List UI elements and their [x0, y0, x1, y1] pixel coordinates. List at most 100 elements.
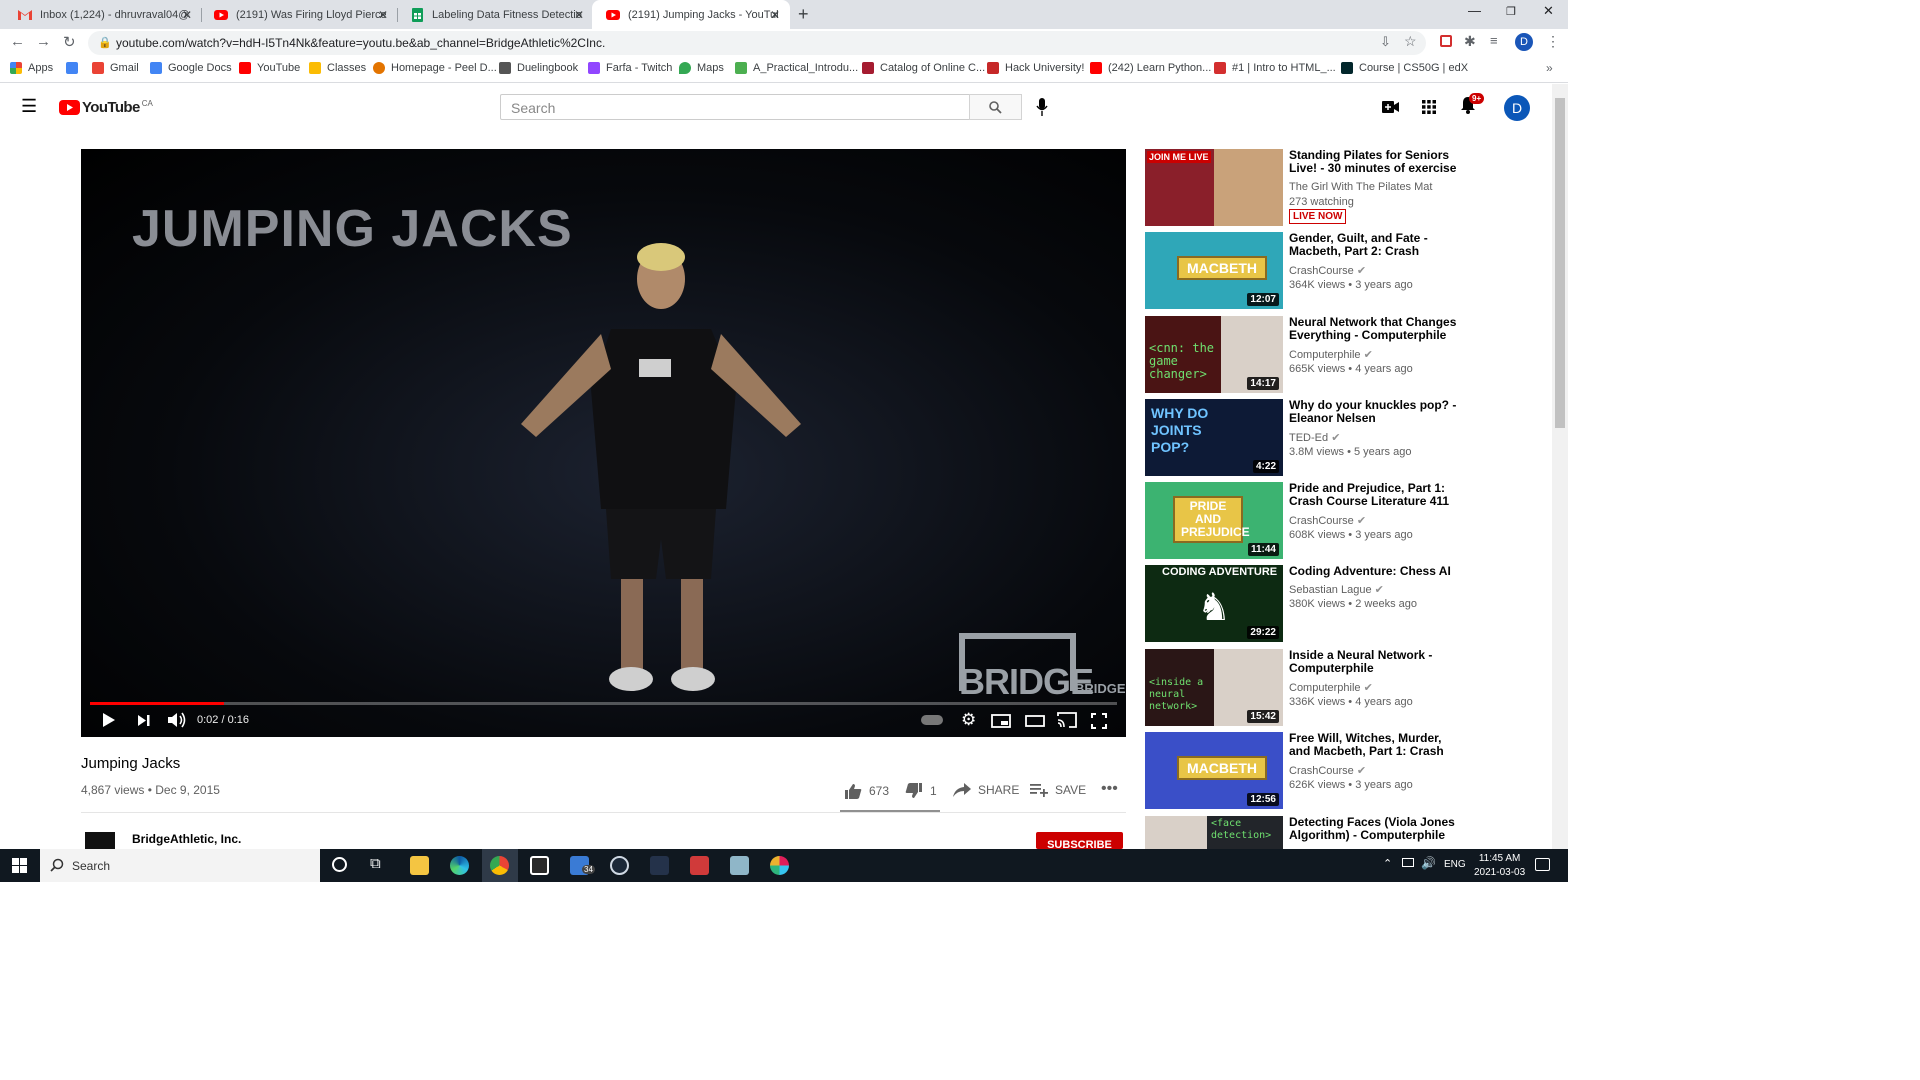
video-thumbnail[interactable]: PRIDE AND PREJUDICE 11:44: [1145, 482, 1283, 559]
show-hidden-icons-chevron-icon[interactable]: ⌃: [1383, 857, 1392, 870]
settings-gear-icon[interactable]: ⚙: [961, 710, 976, 730]
subscribe-button[interactable]: SUBSCRIBE: [1036, 832, 1123, 849]
bookmark-gmail[interactable]: Gmail: [92, 62, 139, 74]
microphone-icon[interactable]: [1036, 98, 1048, 116]
channel-avatar[interactable]: [85, 832, 115, 849]
progress-bar[interactable]: [90, 702, 1117, 705]
recommended-video[interactable]: WHY DO JOINTS POP? 4:22 Why do your knuc…: [1145, 399, 1465, 477]
action-center-icon[interactable]: [1535, 858, 1550, 871]
cast-icon[interactable]: [1057, 712, 1077, 728]
back-arrow-icon[interactable]: ←: [10, 33, 25, 50]
profile-avatar[interactable]: D: [1515, 33, 1533, 51]
bookmark-duelingbook[interactable]: Duelingbook: [499, 62, 578, 74]
bookmark-hack-university[interactable]: Hack University!: [987, 62, 1084, 74]
recommended-channel[interactable]: CrashCourse ✔: [1289, 764, 1366, 777]
bookmark-learn-python[interactable]: (242) Learn Python...: [1090, 62, 1211, 74]
bookmark-peel[interactable]: Homepage - Peel D...: [373, 62, 497, 74]
recommended-channel[interactable]: Computerphile ✔: [1289, 681, 1373, 694]
close-tab-icon[interactable]: ✕: [182, 8, 192, 22]
recommended-video[interactable]: JOIN ME LIVE Standing Pilates for Senior…: [1145, 149, 1465, 227]
recommended-title[interactable]: Free Will, Witches, Murder, and Macbeth,…: [1289, 732, 1459, 759]
cortana-icon[interactable]: [332, 857, 347, 872]
bookmark-apps[interactable]: Apps: [10, 62, 53, 74]
more-bookmarks-icon[interactable]: »: [1546, 61, 1553, 75]
new-tab-button[interactable]: +: [798, 4, 809, 25]
address-bar[interactable]: 🔒 youtube.com/watch?v=hdH-I5Tn4Nk&featur…: [88, 31, 1426, 55]
input-language[interactable]: ENG: [1444, 859, 1466, 870]
steam-icon[interactable]: [610, 856, 629, 875]
minimize-button[interactable]: —: [1468, 3, 1481, 18]
channel-name[interactable]: BridgeAthletic, Inc.: [132, 832, 241, 846]
fullscreen-icon[interactable]: [1091, 713, 1107, 729]
tab-gmail[interactable]: Inbox (1,224) - dhruvraval04@gm ✕: [4, 0, 202, 29]
recommended-channel[interactable]: Computerphile ✔: [1289, 348, 1373, 361]
bookmark-google-docs[interactable]: Google Docs: [150, 62, 232, 74]
close-window-button[interactable]: ✕: [1543, 3, 1554, 19]
forward-arrow-icon[interactable]: →: [36, 33, 51, 50]
recommended-channel[interactable]: TED-Ed ✔: [1289, 431, 1340, 444]
recommended-title[interactable]: Detecting Faces (Viola Jones Algorithm) …: [1289, 816, 1459, 842]
dislike-button[interactable]: 1: [905, 783, 937, 799]
store-icon[interactable]: [530, 856, 549, 875]
bookmark-youtube[interactable]: YouTube: [239, 62, 300, 74]
video-thumbnail[interactable]: MACBETH 12:56: [1145, 732, 1283, 809]
extension-icon[interactable]: [1440, 35, 1452, 47]
bookmark-practical-intro[interactable]: A_Practical_Introdu...: [735, 62, 858, 74]
apps-grid-icon[interactable]: [1422, 100, 1436, 114]
chrome-icon[interactable]: [490, 856, 509, 875]
recommended-video[interactable]: MACBETH 12:07 Gender, Guilt, and Fate - …: [1145, 232, 1465, 310]
slack-icon[interactable]: [770, 856, 789, 875]
close-tab-icon[interactable]: ✕: [574, 8, 584, 22]
save-button[interactable]: SAVE: [1030, 783, 1086, 797]
scrollbar-thumb[interactable]: [1555, 98, 1565, 428]
tab-youtube-lloyd[interactable]: (2191) Was Firing Lloyd Pierce Th ✕: [200, 0, 398, 29]
code-editor-icon[interactable]: [650, 856, 669, 875]
recommended-video[interactable]: CODING ADVENTURE ♞ 29:22 Coding Adventur…: [1145, 565, 1465, 643]
restore-button[interactable]: ❐: [1506, 5, 1516, 18]
taskbar-search[interactable]: Search: [40, 849, 320, 882]
account-avatar[interactable]: D: [1504, 95, 1530, 121]
video-thumbnail[interactable]: <inside a neural network> 15:42: [1145, 649, 1283, 726]
recommended-title[interactable]: Standing Pilates for Seniors Live! - 30 …: [1289, 149, 1459, 176]
video-thumbnail[interactable]: WHY DO JOINTS POP? 4:22: [1145, 399, 1283, 476]
video-thumbnail[interactable]: <face detection>: [1145, 816, 1283, 849]
close-tab-icon[interactable]: ✕: [770, 8, 780, 22]
task-view-icon[interactable]: ⧉: [370, 855, 381, 872]
recommended-title[interactable]: Pride and Prejudice, Part 1: Crash Cours…: [1289, 482, 1459, 508]
bookmark-catalog[interactable]: Catalog of Online C...: [862, 62, 985, 74]
play-icon[interactable]: [102, 712, 116, 728]
windows-start-icon[interactable]: [12, 858, 27, 873]
notifications-button[interactable]: 9+: [1460, 93, 1485, 119]
recommended-channel[interactable]: CrashCourse ✔: [1289, 264, 1366, 277]
video-thumbnail[interactable]: CODING ADVENTURE ♞ 29:22: [1145, 565, 1283, 642]
share-button[interactable]: SHARE: [953, 783, 1019, 797]
search-button[interactable]: [969, 94, 1022, 120]
recommended-video[interactable]: <cnn: the game changer> 14:17 Neural Net…: [1145, 316, 1465, 394]
lock-icon[interactable]: 🔒: [98, 36, 112, 49]
recommended-video[interactable]: <face detection> Detecting Faces (Viola …: [1145, 816, 1465, 849]
clock[interactable]: 11:45 AM 2021-03-03: [1474, 852, 1525, 880]
recommended-title[interactable]: Gender, Guilt, and Fate - Macbeth, Part …: [1289, 232, 1459, 259]
video-thumbnail[interactable]: <cnn: the game changer> 14:17: [1145, 316, 1283, 393]
search-input[interactable]: Search: [500, 94, 970, 120]
install-app-icon[interactable]: ⇩: [1380, 34, 1391, 50]
app-icon[interactable]: [690, 856, 709, 875]
volume-icon[interactable]: 🔊: [1421, 856, 1436, 870]
close-tab-icon[interactable]: ✕: [378, 8, 388, 22]
recommended-channel[interactable]: Sebastian Lague ✔: [1289, 583, 1384, 596]
youtube-logo[interactable]: YouTube CA: [59, 99, 153, 116]
tab-youtube-active[interactable]: (2191) Jumping Jacks - YouTube ✕: [592, 0, 790, 29]
bookmark-cs50g[interactable]: Course | CS50G | edX: [1341, 62, 1468, 74]
bookmark-twitch[interactable]: Farfa - Twitch: [588, 62, 672, 74]
tab-sheets[interactable]: Labeling Data Fitness Detection - ✕: [396, 0, 594, 29]
recommended-title[interactable]: Inside a Neural Network - Computerphile: [1289, 649, 1459, 675]
more-menu-icon[interactable]: ⋮: [1546, 33, 1560, 50]
more-actions-icon[interactable]: •••: [1101, 780, 1118, 798]
recommended-video[interactable]: PRIDE AND PREJUDICE 11:44 Pride and Prej…: [1145, 482, 1465, 560]
recommended-channel[interactable]: The Girl With The Pilates Mat: [1289, 181, 1432, 193]
puzzle-extensions-icon[interactable]: ✱: [1464, 33, 1476, 50]
autoplay-toggle[interactable]: [921, 715, 943, 725]
bookmark-maps[interactable]: Maps: [679, 62, 724, 74]
like-button[interactable]: 673: [844, 783, 889, 799]
recommended-video[interactable]: <inside a neural network> 15:42 Inside a…: [1145, 649, 1465, 727]
